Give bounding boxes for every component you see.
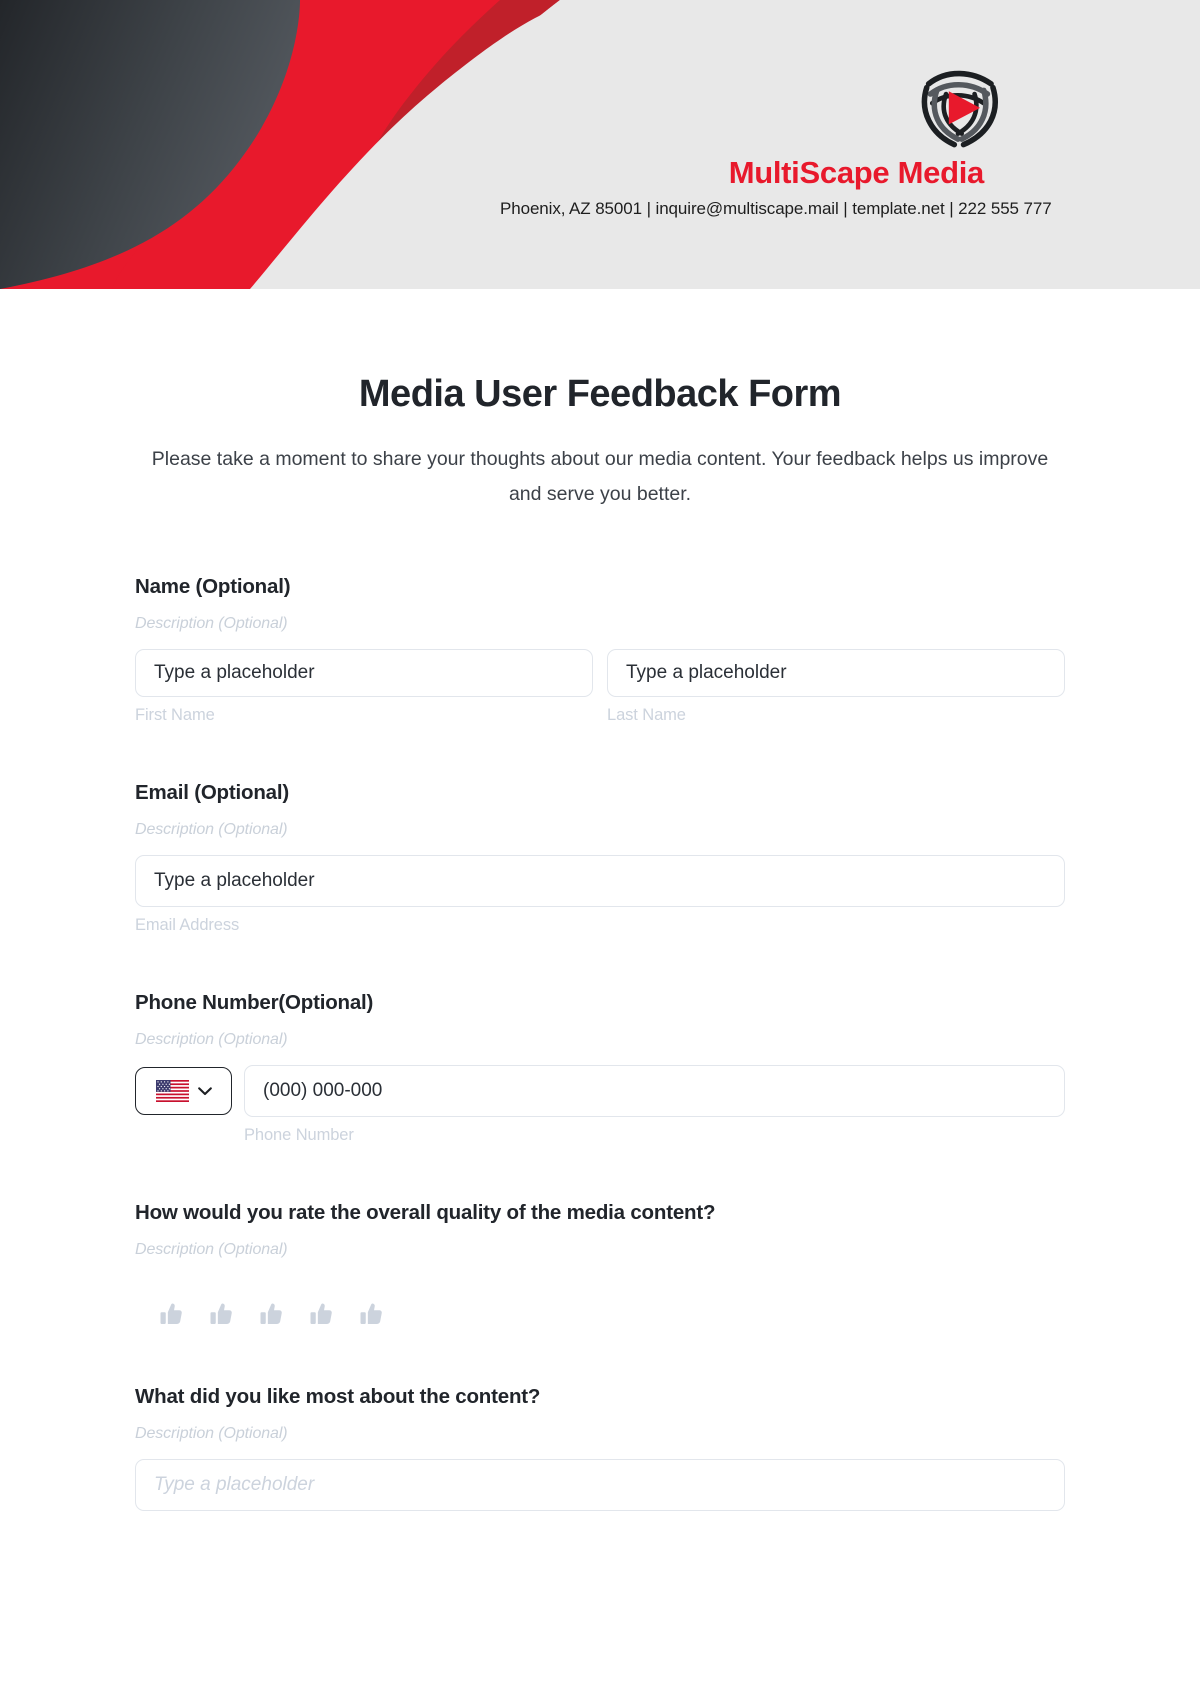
thumbs-up-icon[interactable] [157,1301,185,1329]
field-description-rating: Description (Optional) [135,1241,288,1259]
phone-input-row [135,1065,1065,1118]
last-name-input[interactable] [607,649,1065,698]
field-label-name: Name (Optional) [135,575,291,599]
field-group-email: Email (Optional) Description (Optional) … [135,781,1065,935]
header-banner: MultiScape Media Phoenix, AZ 85001 | inq… [0,0,1200,289]
field-label-liked-most: What did you like most about the content… [135,1385,541,1409]
thumbs-up-icon[interactable] [357,1301,385,1329]
thumbs-up-icon[interactable] [207,1301,235,1329]
field-group-phone: Phone Number(Optional) Description (Opti… [135,991,1065,1145]
field-label-rating: How would you rate the overall quality o… [135,1201,716,1225]
form-body: Media User Feedback Form Please take a m… [0,373,1200,1512]
phone-sub-label: Phone Number [244,1126,354,1145]
brand-name: MultiScape Media [728,155,985,190]
last-name-sub-label: Last Name [607,706,686,725]
feedback-form-page: MultiScape Media Phoenix, AZ 85001 | inq… [0,0,1200,1700]
field-group-liked-most: What did you like most about the content… [135,1385,1065,1512]
phone-number-input[interactable] [244,1065,1065,1118]
brand-block: MultiScape Media Phoenix, AZ 85001 | inq… [500,52,1200,219]
email-sub-label: Email Address [135,916,240,935]
field-group-name: Name (Optional) Description (Optional) F… [135,575,1065,725]
page-title: Media User Feedback Form [358,373,842,415]
field-label-phone: Phone Number(Optional) [135,991,374,1015]
phone-input-wrap [244,1065,1065,1118]
country-code-select[interactable] [135,1067,232,1116]
us-flag-icon [155,1080,189,1103]
field-label-email: Email (Optional) [135,781,289,805]
chevron-down-icon [197,1087,212,1095]
email-input[interactable] [135,855,1065,908]
liked-most-input-row [135,1459,1065,1512]
media-play-shield-logo-icon [921,70,998,148]
first-name-input[interactable] [135,649,593,698]
name-input-row: First Name Last Name [135,649,1065,725]
email-col: Email Address [135,855,1065,935]
form-intro-text: Please take a moment to share your thoug… [151,448,1049,505]
last-name-col: Last Name [607,649,1065,725]
field-description-email: Description (Optional) [135,821,288,839]
thumbs-up-icon[interactable] [257,1301,285,1329]
rating-thumbs-row [135,1301,1065,1329]
liked-most-input[interactable] [135,1459,1065,1512]
liked-most-col [135,1459,1065,1512]
field-group-rating: How would you rate the overall quality o… [135,1201,1065,1329]
field-description-liked-most: Description (Optional) [135,1425,288,1443]
first-name-sub-label: First Name [135,706,215,725]
brand-contact-line: Phoenix, AZ 85001 | inquire@multiscape.m… [500,199,1052,219]
thumbs-up-icon[interactable] [307,1301,335,1329]
field-description-phone: Description (Optional) [135,1031,288,1049]
field-description-name: Description (Optional) [135,615,288,633]
email-input-row: Email Address [135,855,1065,935]
first-name-col: First Name [135,649,593,725]
